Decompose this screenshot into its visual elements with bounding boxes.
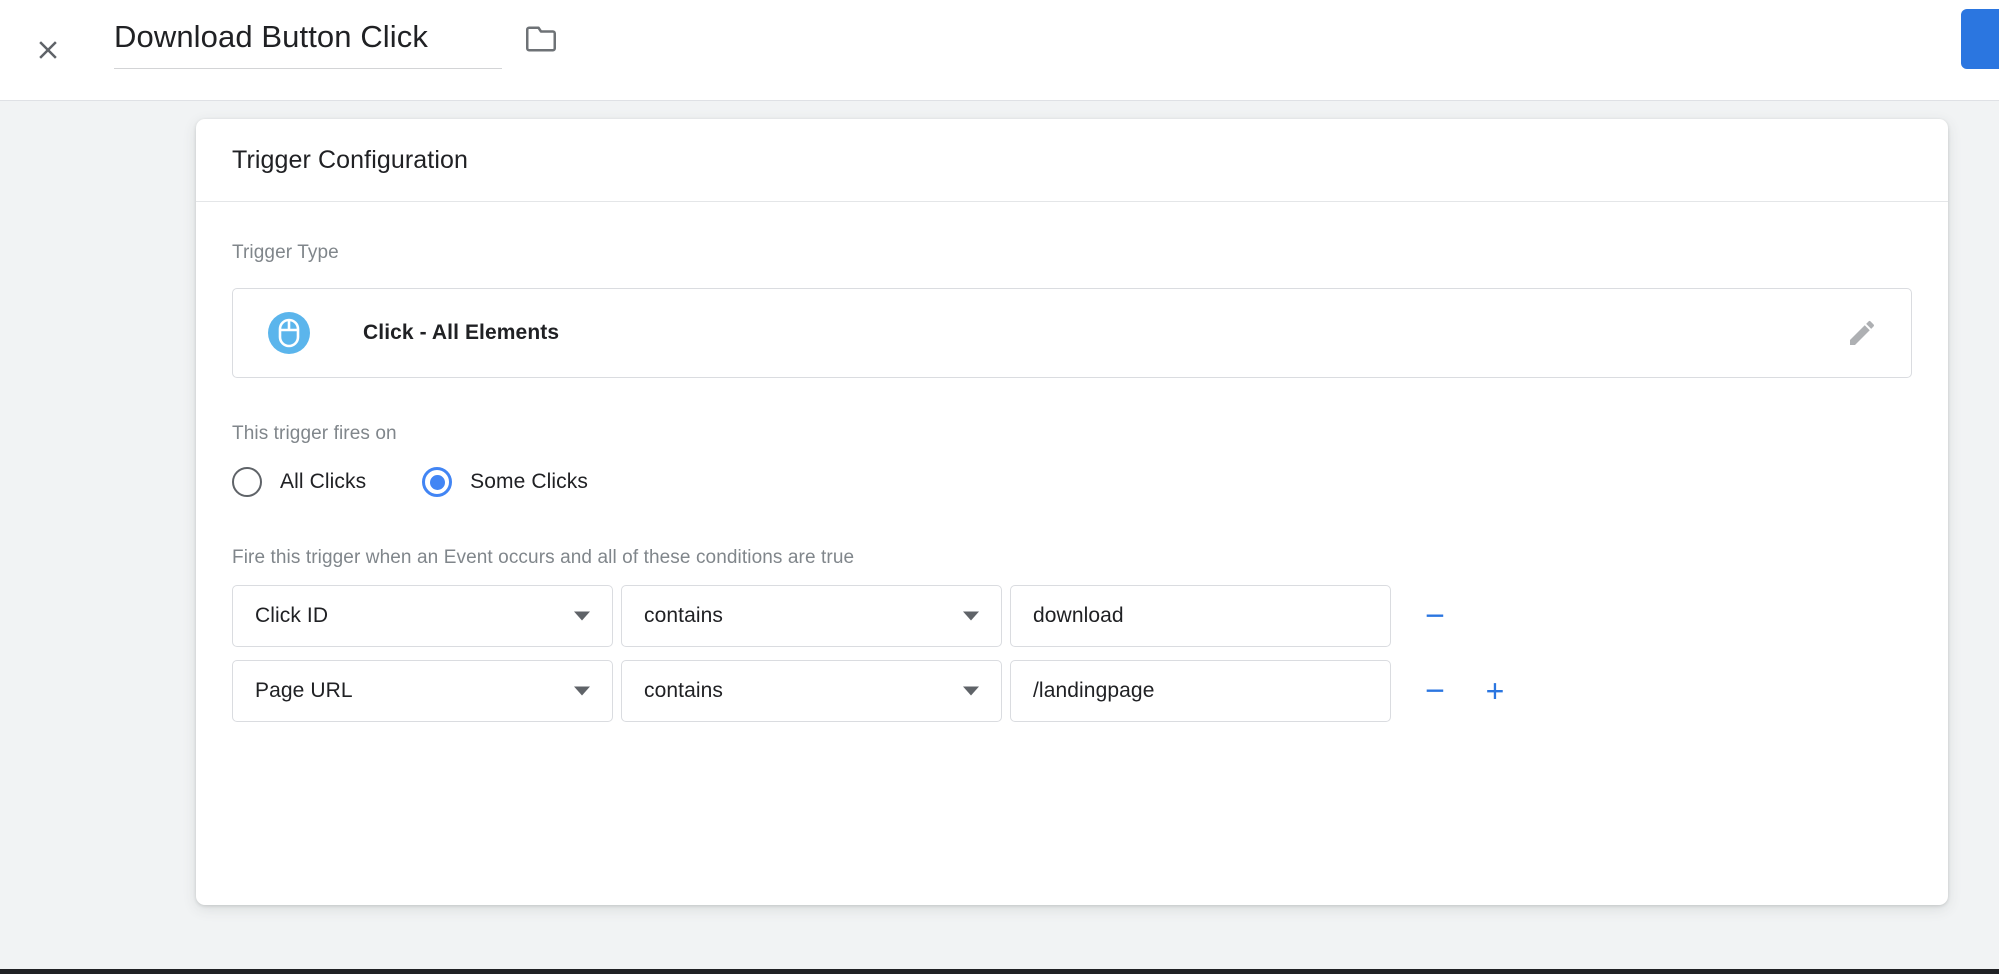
trigger-type-label: Trigger Type <box>232 242 339 263</box>
radio-circle-all-clicks <box>232 467 262 497</box>
top-header-bar: Download Button Click <box>0 0 1999 101</box>
card-title: Trigger Configuration <box>232 145 469 174</box>
trigger-type-value: Click - All Elements <box>363 321 560 344</box>
condition-value-text: download <box>1033 604 1124 627</box>
condition-value-input[interactable]: download <box>1010 585 1391 647</box>
condition-operator-select[interactable]: contains <box>621 660 1002 722</box>
radio-option-all-clicks[interactable]: All Clicks <box>232 467 366 497</box>
remove-condition-button[interactable]: − <box>1415 596 1455 636</box>
mouse-click-icon <box>267 311 311 355</box>
condition-row-actions: − + <box>1415 671 1525 711</box>
save-button[interactable] <box>1961 9 1999 69</box>
condition-value-text: /landingpage <box>1033 679 1155 702</box>
pencil-icon[interactable] <box>1845 316 1879 350</box>
condition-operator-select[interactable]: contains <box>621 585 1002 647</box>
radio-dot <box>429 474 445 490</box>
chevron-down-icon <box>574 686 590 696</box>
trigger-name-input[interactable]: Download Button Click <box>114 16 502 69</box>
trigger-configuration-card: Trigger Configuration Trigger Type Click… <box>196 119 1948 905</box>
condition-value-input[interactable]: /landingpage <box>1010 660 1391 722</box>
trigger-title-group: Download Button Click <box>114 16 558 69</box>
radio-circle-some-clicks <box>422 467 453 497</box>
chevron-down-icon <box>963 686 979 696</box>
trigger-editor-screen: Download Button Click Trigger Configurat… <box>0 0 1999 974</box>
condition-variable-value: Page URL <box>255 679 353 702</box>
card-header: Trigger Configuration <box>196 119 1948 202</box>
trigger-type-selector[interactable]: Click - All Elements <box>232 288 1912 378</box>
condition-variable-select[interactable]: Click ID <box>232 585 613 647</box>
radio-label-some-clicks: Some Clicks <box>470 470 588 493</box>
chevron-down-icon <box>963 611 979 621</box>
conditions-label: Fire this trigger when an Event occurs a… <box>232 547 855 568</box>
close-icon[interactable] <box>26 28 70 72</box>
bottom-edge-rule <box>0 969 1999 974</box>
fires-on-label: This trigger fires on <box>232 423 397 444</box>
radio-label-all-clicks: All Clicks <box>280 470 367 493</box>
condition-operator-value: contains <box>644 604 724 627</box>
condition-variable-value: Click ID <box>255 604 329 627</box>
add-condition-button[interactable]: + <box>1475 671 1515 711</box>
condition-operator-value: contains <box>644 679 724 702</box>
condition-row: Click ID contains download − + <box>232 585 1912 647</box>
radio-option-some-clicks[interactable]: Some Clicks <box>422 467 588 497</box>
remove-condition-button[interactable]: − <box>1415 671 1455 711</box>
card-body: Trigger Type Click - All Elements This t… <box>196 242 1948 722</box>
condition-variable-select[interactable]: Page URL <box>232 660 613 722</box>
chevron-down-icon <box>574 611 590 621</box>
condition-row-actions: − + <box>1415 596 1525 636</box>
conditions-list: Click ID contains download − + <box>232 585 1912 722</box>
condition-row: Page URL contains /landingpage − + <box>232 660 1912 722</box>
fires-on-radio-group: All Clicks Some Clicks <box>232 467 1912 497</box>
folder-icon[interactable] <box>524 23 558 55</box>
